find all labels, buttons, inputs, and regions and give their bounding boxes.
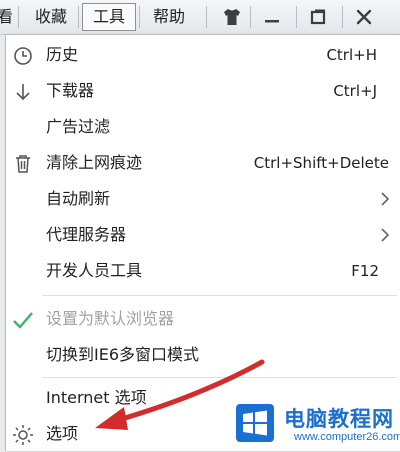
menu-item-label: 下载器 <box>46 81 95 100</box>
menu-item-label: 代理服务器 <box>46 225 127 244</box>
shirt-icon <box>224 9 240 25</box>
menu-separator <box>139 6 140 28</box>
menu-item-ad-filter[interactable]: 广告过滤 <box>6 109 400 145</box>
maximize-icon <box>310 9 326 25</box>
windows-logo-icon <box>236 404 274 442</box>
menu-item-shortcut: Ctrl+J <box>333 82 377 100</box>
menu-item-clear-traces[interactable]: 清除上网痕迹 Ctrl+Shift+Delete <box>6 145 400 181</box>
close-button[interactable] <box>346 3 382 31</box>
menu-bar: 看 收藏 工具 帮助 <box>0 0 400 35</box>
menu-item-auto-refresh[interactable]: 自动刷新 <box>6 181 400 217</box>
menu-item-label: 自动刷新 <box>46 189 111 208</box>
menu-separator <box>42 377 397 378</box>
menu-item-dev-tools[interactable]: 开发人员工具 F12 <box>6 253 400 289</box>
menu-separator <box>42 295 397 296</box>
menu-item-label: 选项 <box>46 424 79 443</box>
menu-item-set-default-browser: 设置为默认浏览器 <box>6 301 400 337</box>
trash-icon <box>12 153 34 175</box>
menu-separator <box>206 6 207 28</box>
menu-item-ie6-mode[interactable]: 切换到IE6多窗口模式 <box>6 337 400 373</box>
menu-item-label: 开发人员工具 <box>46 261 143 280</box>
menu-item-label: 广告过滤 <box>46 117 111 136</box>
download-arrow-icon <box>12 81 34 103</box>
menu-item-label: 设置为默认浏览器 <box>46 309 175 328</box>
minimize-button[interactable] <box>254 3 290 31</box>
menu-separator <box>78 6 79 28</box>
menu-view[interactable]: 看 <box>0 3 16 31</box>
menu-item-shortcut: F12 <box>351 262 379 280</box>
menu-separator <box>250 6 251 28</box>
menu-item-shortcut: Ctrl+H <box>326 46 377 64</box>
maximize-button[interactable] <box>300 3 336 31</box>
checkmark-icon <box>12 309 34 331</box>
menu-separator <box>18 6 19 28</box>
menu-item-downloader[interactable]: 下载器 Ctrl+J <box>6 73 400 109</box>
gear-icon <box>12 424 34 446</box>
skin-button[interactable] <box>214 3 250 31</box>
menu-tools[interactable]: 工具 <box>82 3 136 31</box>
menu-item-shortcut: Ctrl+Shift+Delete <box>253 154 389 172</box>
watermark-title: 电脑教程网 <box>284 407 394 431</box>
chevron-right-icon <box>381 192 390 206</box>
menu-favorites[interactable]: 收藏 <box>26 3 76 31</box>
menu-separator <box>342 6 343 28</box>
menu-item-label: 历史 <box>46 45 79 64</box>
menu-item-proxy-server[interactable]: 代理服务器 <box>6 217 400 253</box>
close-icon <box>356 9 372 25</box>
watermark-url: www.computer26.com <box>294 431 400 443</box>
history-clock-icon <box>12 45 34 67</box>
watermark: 电脑教程网 www.computer26.com <box>232 400 400 450</box>
menu-item-history[interactable]: 历史 Ctrl+H <box>6 37 400 73</box>
menu-item-label: 切换到IE6多窗口模式 <box>46 345 200 364</box>
menu-item-label: Internet 选项 <box>46 388 147 407</box>
tools-dropdown-menu: 历史 Ctrl+H 下载器 Ctrl+J 广告过滤 清除上网痕迹 Ctrl+Sh… <box>5 34 400 451</box>
menu-separator <box>296 6 297 28</box>
chevron-right-icon <box>381 228 390 242</box>
minimize-icon <box>265 20 279 23</box>
menu-item-label: 清除上网痕迹 <box>46 153 143 172</box>
menu-help[interactable]: 帮助 <box>144 3 194 31</box>
